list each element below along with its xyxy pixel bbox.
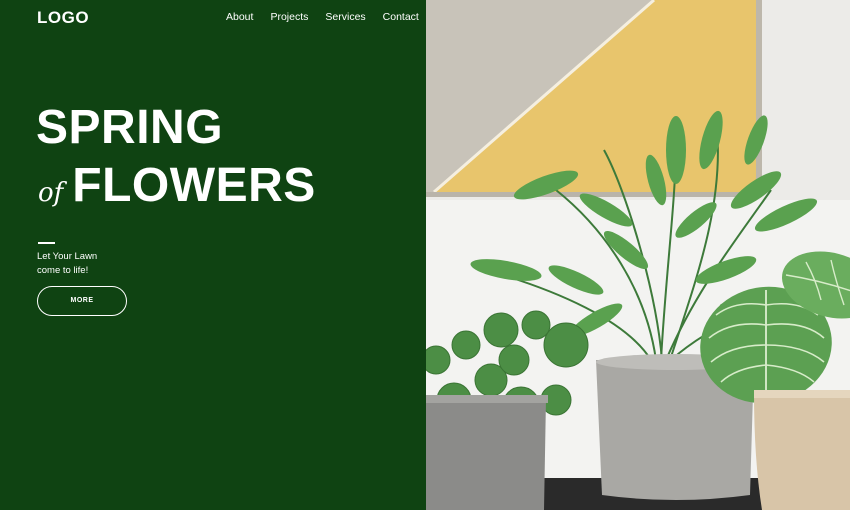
hero-tagline: Let Your Lawn come to life! — [37, 250, 157, 278]
tagline-line-2: come to life! — [37, 265, 89, 276]
hero-title-spring: SPRING — [36, 101, 224, 154]
accent-divider — [38, 242, 55, 244]
hero-title-line2: of FLOWERS — [38, 158, 316, 214]
hero-title-flowers: FLOWERS — [72, 159, 316, 212]
tagline-line-1: Let Your Lawn — [37, 251, 98, 262]
nav-link-services[interactable]: Services — [325, 11, 365, 23]
logo[interactable]: LOGO — [37, 8, 89, 28]
main-nav: About Projects Services Contact — [226, 11, 419, 23]
nav-link-projects[interactable]: Projects — [270, 11, 308, 23]
hero-panel: LOGO About Projects Services Contact SPR… — [0, 0, 426, 510]
potted-plants-image — [426, 0, 850, 510]
hero-image — [426, 0, 850, 510]
nav-link-about[interactable]: About — [226, 11, 253, 23]
more-button[interactable]: MORE — [37, 286, 127, 316]
nav-link-contact[interactable]: Contact — [383, 11, 419, 23]
hero-title-of: of — [38, 178, 64, 208]
